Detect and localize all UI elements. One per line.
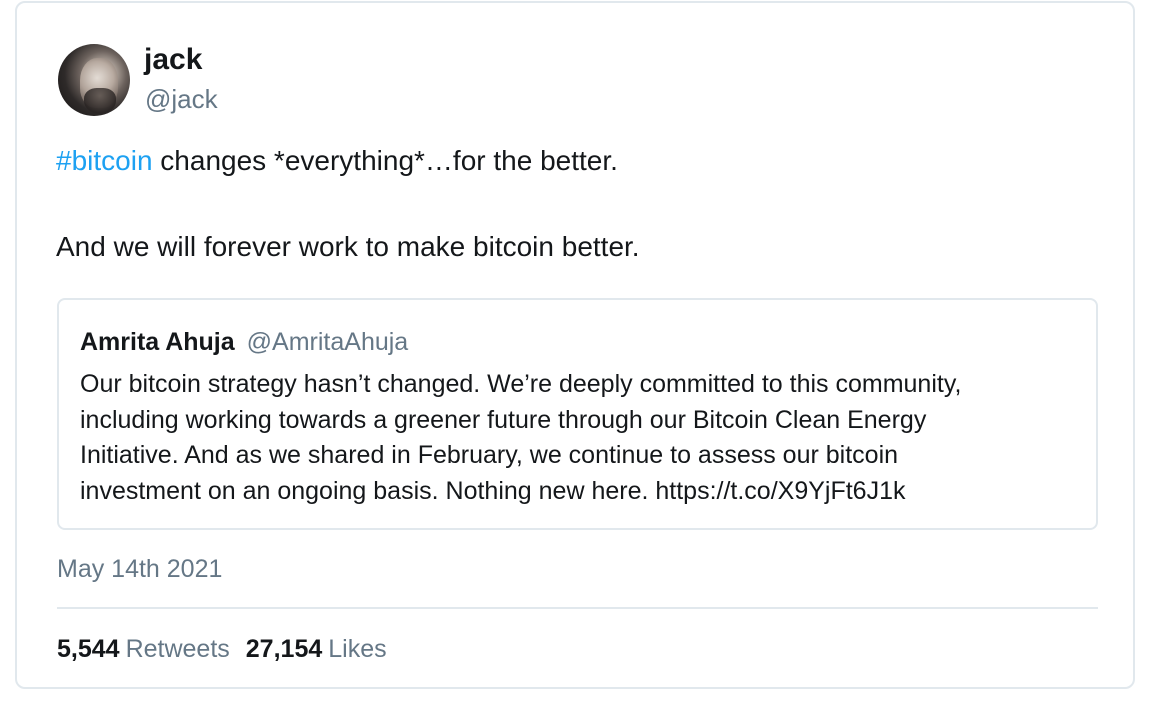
author-name[interactable]: jack: [144, 42, 202, 78]
tweet-text: #bitcoin changes *everything*…for the be…: [56, 143, 1096, 265]
quoted-line: Initiative. And as we shared in February…: [80, 441, 899, 469]
tweet-line-1: #bitcoin changes *everything*…for the be…: [56, 143, 1096, 179]
author-avatar[interactable]: [58, 44, 130, 116]
tweet-card: jack @jack #bitcoin changes *everything*…: [15, 1, 1135, 689]
tweet-date[interactable]: May 14th 2021: [57, 554, 222, 584]
tweet-line-1-text: changes *everything*…for the better.: [152, 145, 618, 176]
quoted-tweet-body: Our bitcoin strategy hasn’t changed. We’…: [80, 367, 1080, 509]
quoted-line: investment on an ongoing basis. Nothing …: [80, 476, 906, 505]
tweet-line-2: And we will forever work to make bitcoin…: [56, 231, 640, 262]
quoted-tweet[interactable]: Amrita Ahuja @AmritaAhuja Our bitcoin str…: [57, 298, 1098, 530]
retweets-count[interactable]: 5,544: [57, 635, 120, 663]
tweet-stats: 5,544 Retweets 27,154 Likes: [57, 634, 387, 664]
likes-count[interactable]: 27,154: [246, 635, 322, 663]
quoted-tweet-header: Amrita Ahuja @AmritaAhuja: [80, 327, 408, 357]
quoted-author-name: Amrita Ahuja: [80, 328, 235, 356]
quoted-line: including working towards a greener futu…: [80, 405, 927, 434]
retweets-label[interactable]: Retweets: [126, 635, 230, 663]
divider: [57, 607, 1098, 609]
quoted-author-handle: @AmritaAhuja: [246, 328, 409, 356]
avatar-beard: [84, 88, 116, 114]
author-handle[interactable]: @jack: [145, 83, 218, 115]
hashtag-link[interactable]: #bitcoin: [56, 145, 153, 176]
likes-label[interactable]: Likes: [328, 635, 386, 663]
quoted-line: Our bitcoin strategy hasn’t changed. We’…: [80, 370, 962, 398]
